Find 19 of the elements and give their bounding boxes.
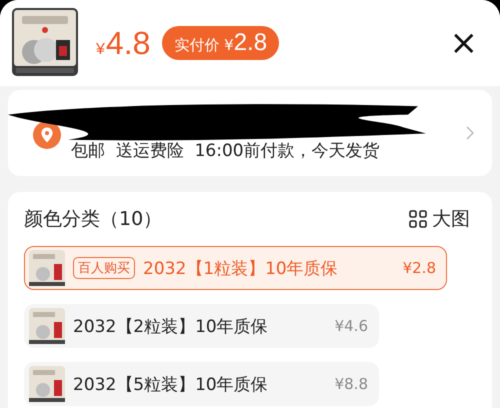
section-title: 颜色分类（10） <box>24 207 162 232</box>
option-item[interactable]: 2032【2粒装】10年质保 ¥4.6 <box>24 304 379 348</box>
chevron-right-icon <box>466 126 474 140</box>
option-price: ¥4.6 <box>334 317 368 335</box>
grid-icon <box>409 210 427 228</box>
option-label: 2032【1粒装】10年质保 <box>143 258 338 280</box>
shipping-info: 包邮 送运费险 16:00前付款，今天发货 <box>71 140 380 162</box>
option-item[interactable]: 2032【5粒装】10年质保 ¥8.8 <box>24 362 379 406</box>
price: ¥4.8 <box>96 24 150 62</box>
option-label: 2032【5粒装】10年质保 <box>73 374 268 396</box>
option-label: 2032【2粒装】10年质保 <box>73 316 268 338</box>
option-price: ¥2.8 <box>402 259 436 277</box>
close-button[interactable]: × <box>440 26 488 60</box>
option-price: ¥8.8 <box>334 375 368 393</box>
tag: 百人购买 <box>73 257 135 279</box>
actual-price-badge: 实付价 ¥2.8 <box>162 26 280 60</box>
shipping-card[interactable]: 包邮 送运费险 16:00前付款，今天发货 <box>8 90 492 176</box>
large-view-toggle[interactable]: 大图 <box>409 206 476 232</box>
location-icon <box>33 121 61 149</box>
